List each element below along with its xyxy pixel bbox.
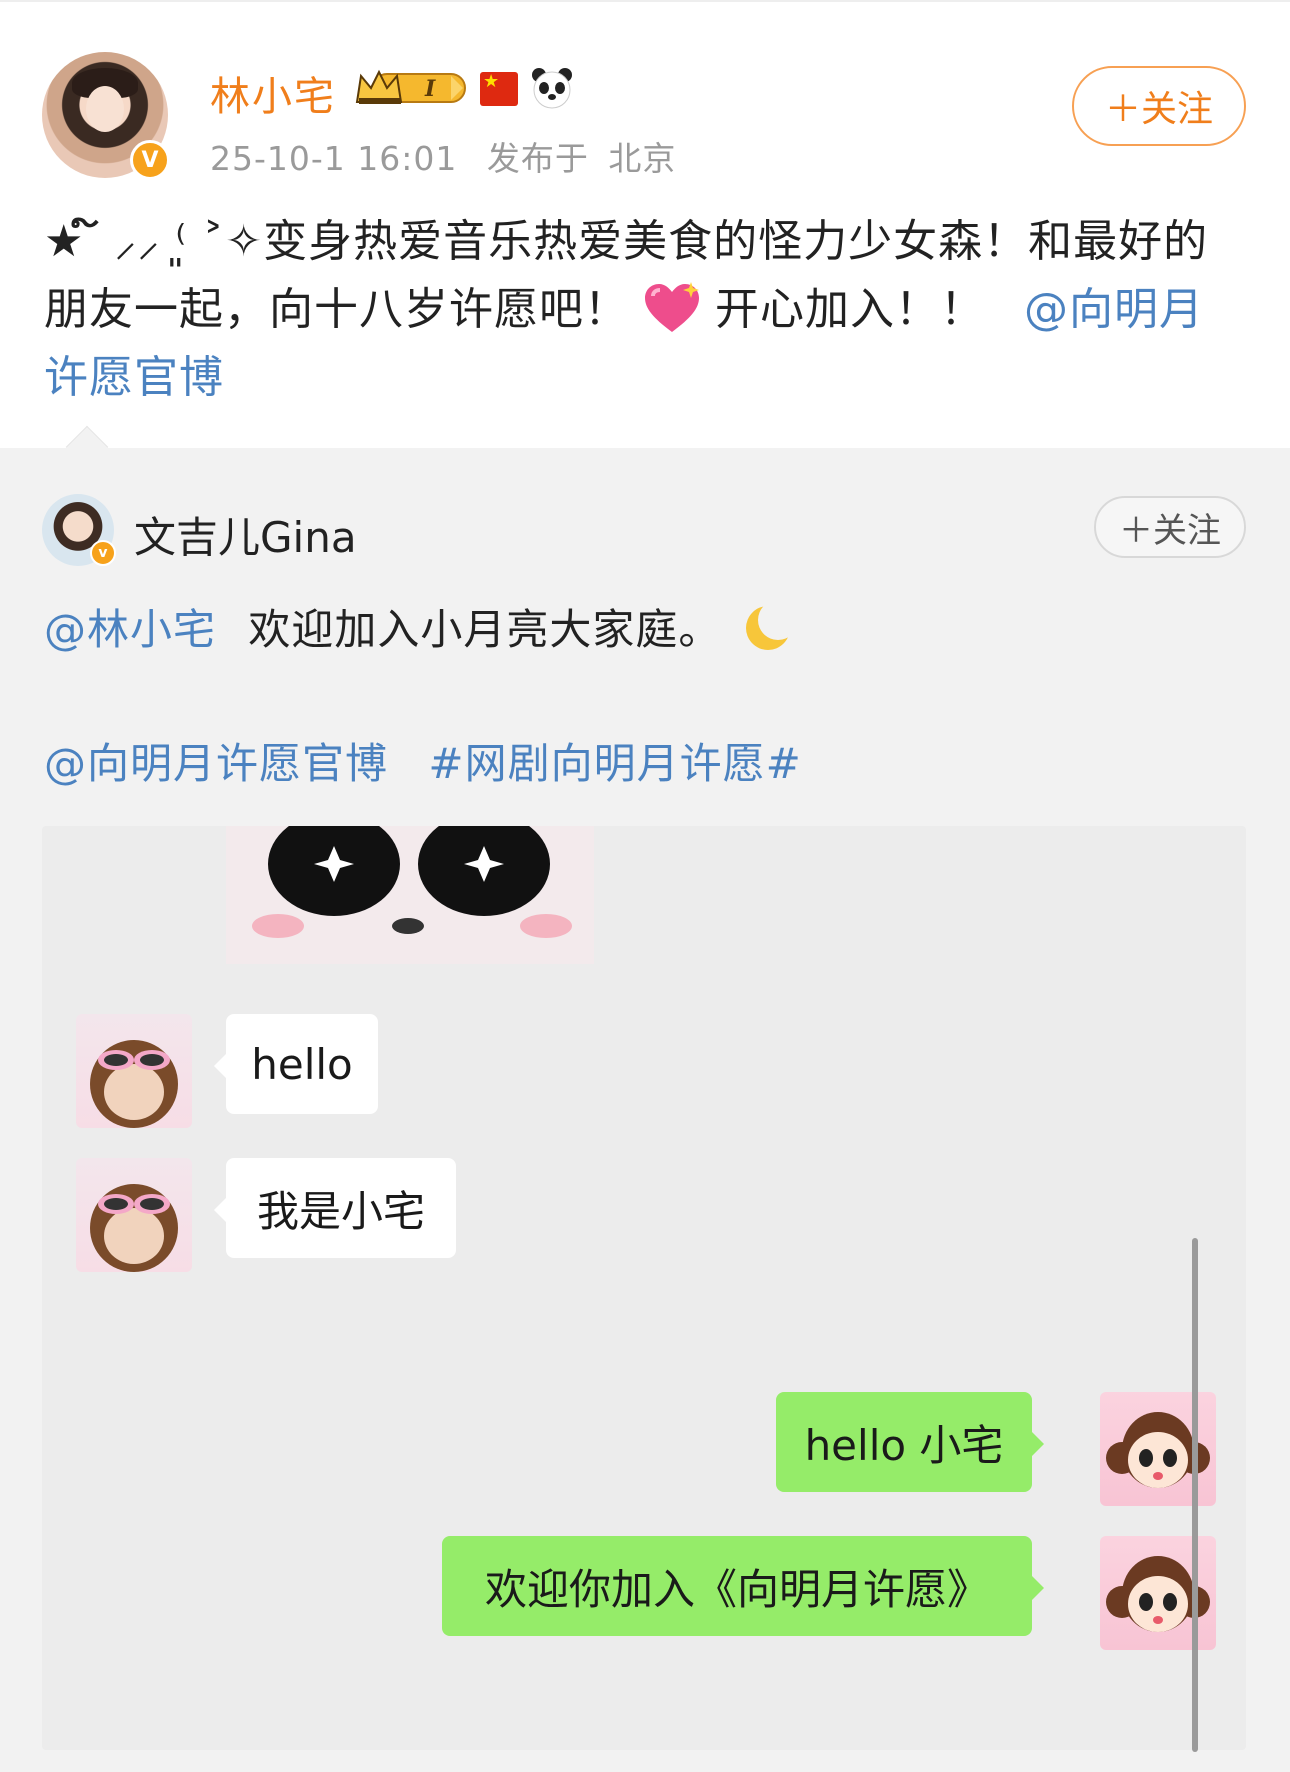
chat-bubble-right: 欢迎你加入《向明月许愿》 xyxy=(442,1536,1044,1636)
chat-avatar-right xyxy=(1100,1392,1216,1506)
chat-bubble-left: 我是小宅 xyxy=(214,1158,456,1258)
hashtag-link[interactable]: #网剧向明月许愿# xyxy=(428,739,801,788)
post-location-prefix: 发布于 xyxy=(486,139,589,178)
post-body: ★ ໌ ⸝⸝ ⁽͈ ˃✧变身热爱音乐热爱美食的怪力少女森！和最好的朋友一起，向十… xyxy=(44,208,1244,412)
repost-text-line: @林小宅 欢迎加入小月亮大家庭。 xyxy=(44,596,794,657)
repost-follow-button[interactable]: ＋关注 xyxy=(1094,496,1246,558)
sparkling-heart-icon xyxy=(645,282,699,332)
chat-avatar-left xyxy=(76,1158,192,1272)
crown-level-badge-icon[interactable]: I xyxy=(355,68,469,108)
chat-avatar-right xyxy=(1100,1536,1216,1650)
post-text-tail: 开心加入！！ xyxy=(715,284,985,335)
repost-text: 欢迎加入小月亮大家庭。 xyxy=(248,605,722,654)
repost-links-line: @向明月许愿官博 #网剧向明月许愿# xyxy=(44,730,802,791)
post-meta: 25-10-1 16:01 发布于 北京 xyxy=(210,132,676,180)
chat-bubble-right: hello 小宅 xyxy=(776,1392,1044,1492)
original-post: V 林小宅 I ★ 25-10-1 16:01 发布于 北京 ＋关注 ★ ໌ ⸝… xyxy=(0,0,1290,448)
repost-card: v 文吉儿Gina ＋关注 @林小宅 欢迎加入小月亮大家庭。 @向明月许愿官博 … xyxy=(0,425,1290,1772)
chat-screenshot-image[interactable]: hello 我是小宅 hello 小宅 欢迎你加入《向明月许愿》 xyxy=(42,826,1246,1750)
panda-icon xyxy=(532,68,572,109)
panda-sticker-image xyxy=(226,826,594,964)
mention-link-official[interactable]: @向明月许愿官博 xyxy=(44,739,388,788)
author-username[interactable]: 林小宅 xyxy=(210,64,336,122)
post-location: 北京 xyxy=(608,139,677,178)
scrollbar[interactable] xyxy=(1192,1238,1198,1752)
chat-avatar-left xyxy=(76,1014,192,1128)
post-timestamp: 25-10-1 16:01 xyxy=(210,139,458,178)
monchhichi-avatar-icon xyxy=(90,1184,178,1272)
cartoon-girl-avatar-icon xyxy=(1106,1412,1210,1488)
verified-badge-icon: V xyxy=(130,140,170,180)
crescent-moon-icon xyxy=(745,602,794,650)
chat-bubble-left: hello xyxy=(214,1014,378,1114)
verified-badge-icon: v xyxy=(90,540,116,566)
author-avatar[interactable]: V xyxy=(42,52,170,180)
monchhichi-avatar-icon xyxy=(90,1040,178,1128)
repost-author-username[interactable]: 文吉儿Gina xyxy=(134,504,357,565)
avatar-face xyxy=(86,86,124,132)
svg-text:I: I xyxy=(424,76,436,102)
china-flag-icon: ★ xyxy=(480,72,518,106)
mention-link-user[interactable]: @林小宅 xyxy=(44,605,216,654)
cartoon-girl-avatar-icon xyxy=(1106,1556,1210,1632)
follow-button[interactable]: ＋关注 xyxy=(1072,66,1246,146)
